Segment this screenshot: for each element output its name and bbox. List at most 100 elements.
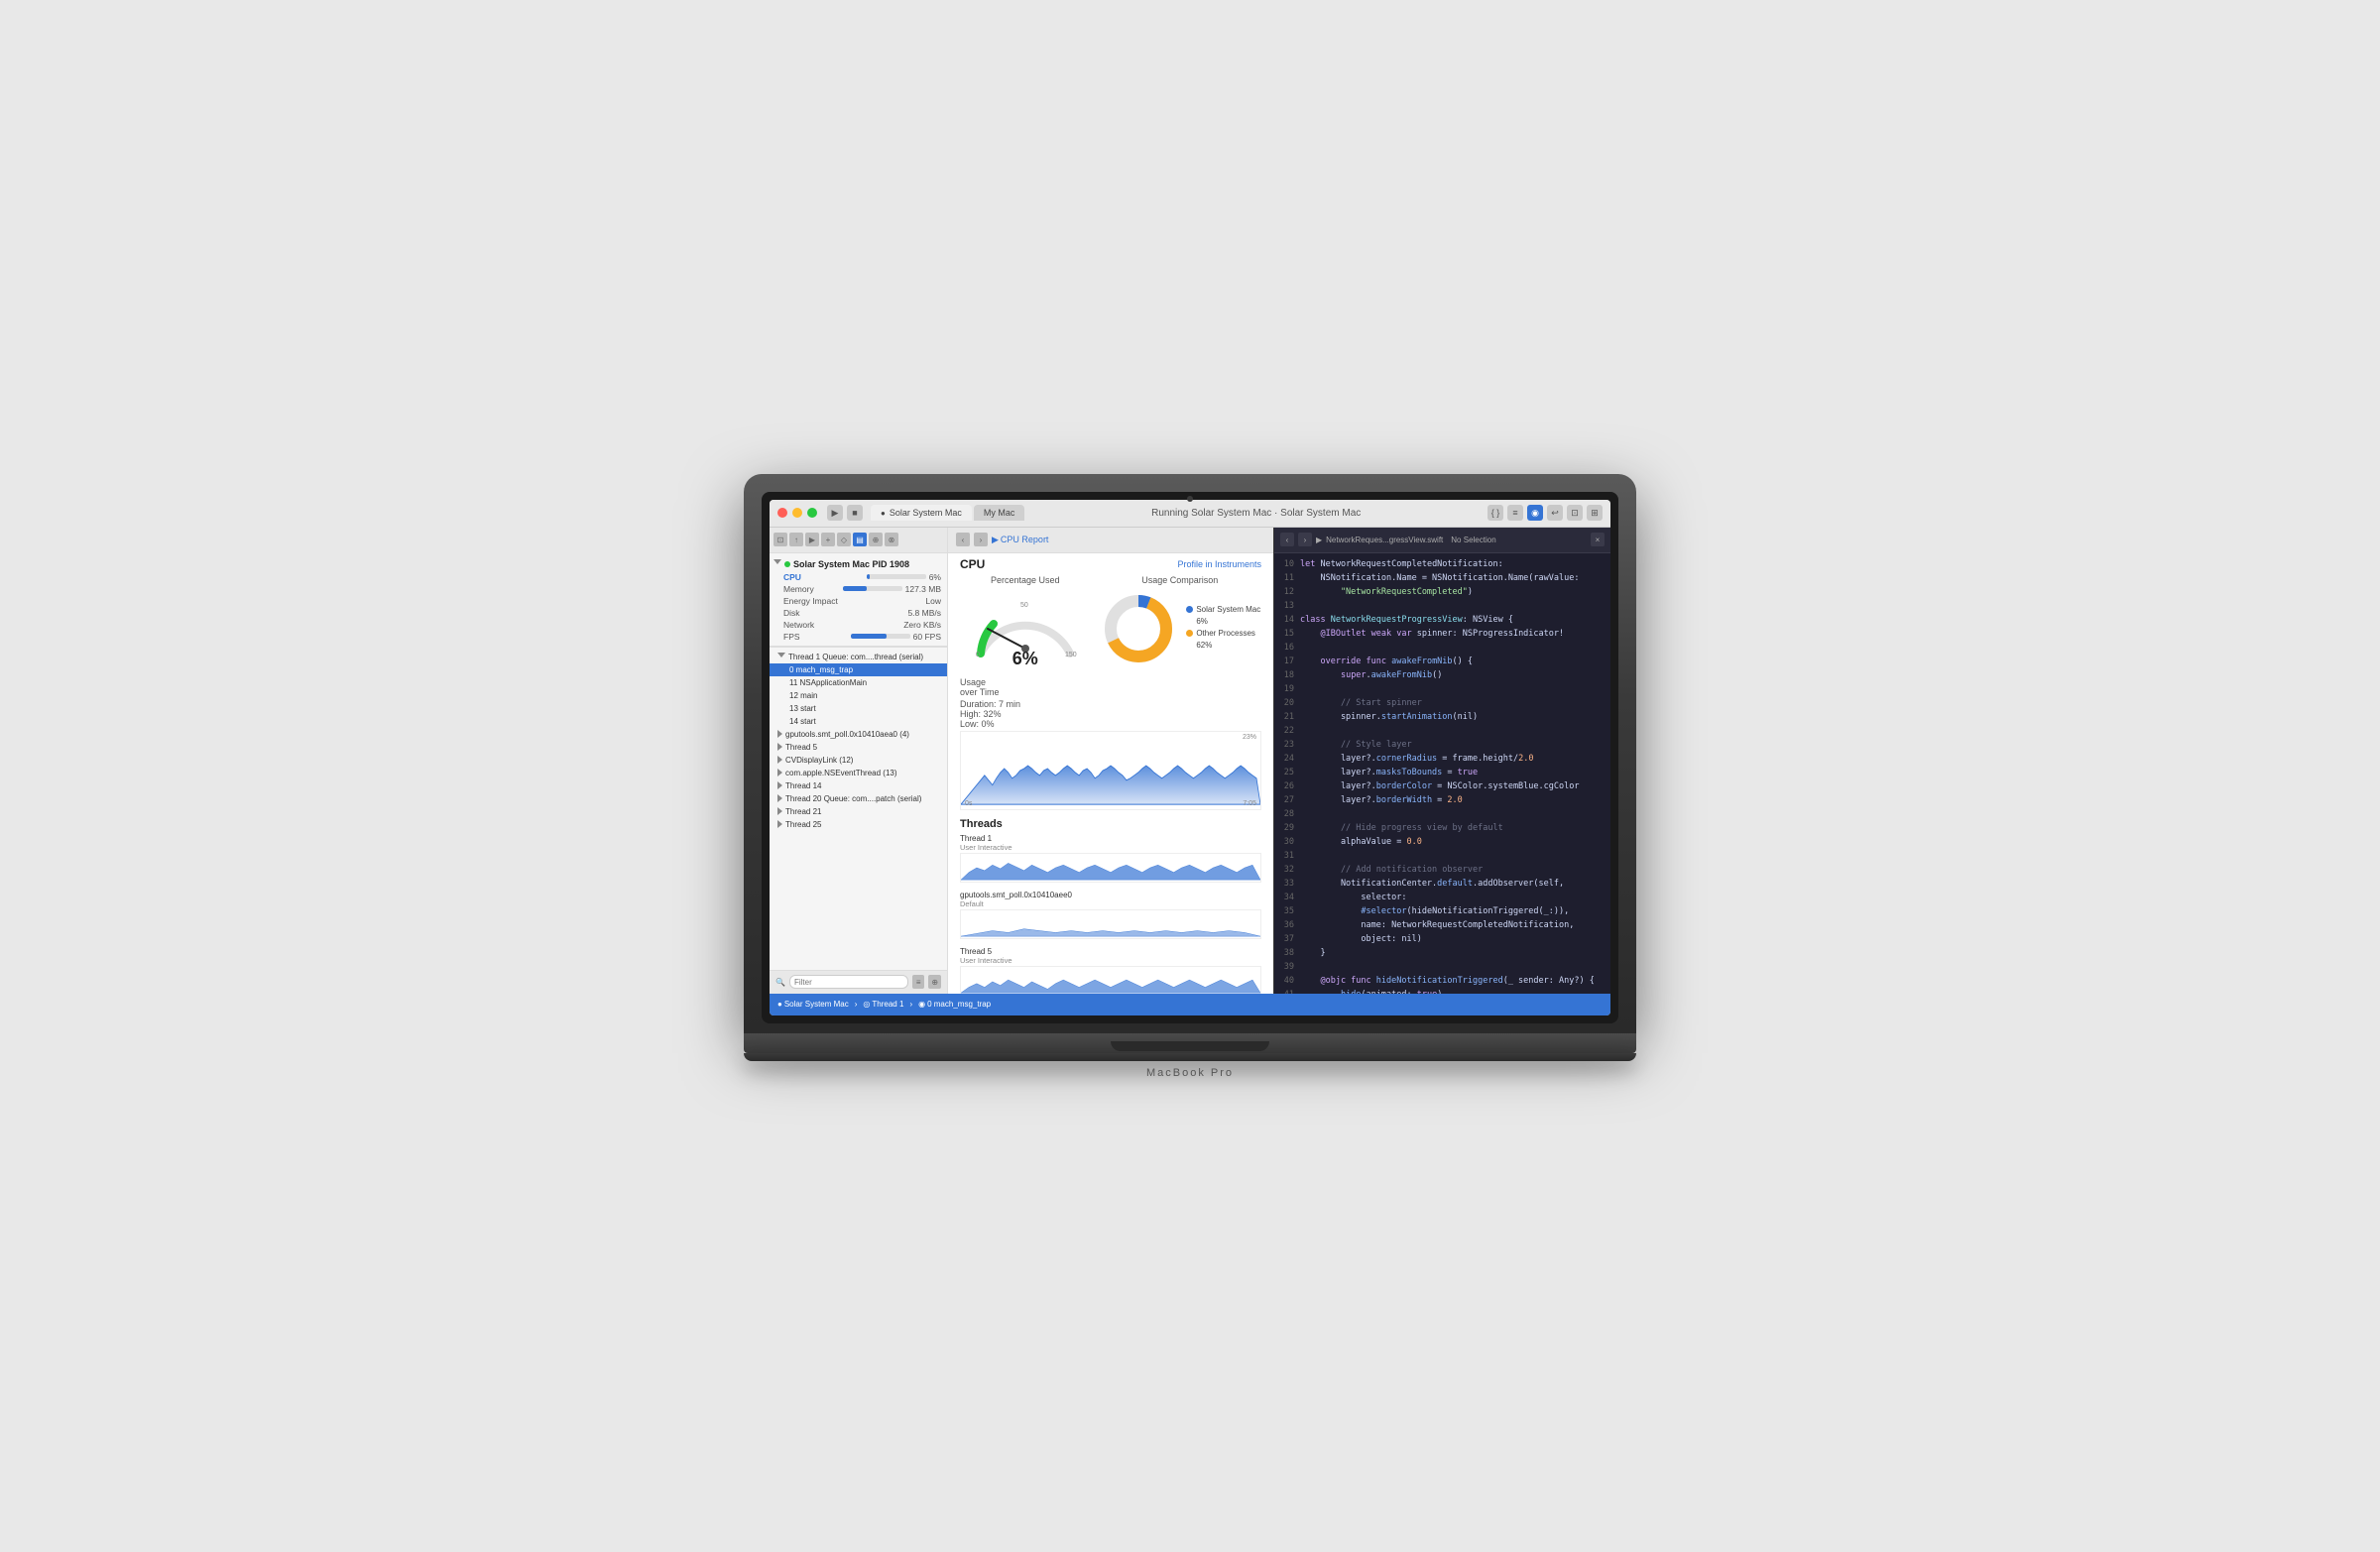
screen: ▶ ■ ● Solar System Mac My Mac Running So… (770, 500, 1610, 1015)
nav-icon-3[interactable]: ▶ (805, 533, 819, 546)
stat-disk: Disk 5.8 MB/s (770, 607, 947, 619)
nav-mach-trap[interactable]: 0 mach_msg_trap (770, 663, 947, 676)
title-bar: ▶ ■ ● Solar System Mac My Mac Running So… (770, 500, 1610, 528)
code-line-38: 38 } (1274, 946, 1610, 960)
center-nav-fwd[interactable]: › (974, 533, 988, 546)
nav-thread25[interactable]: Thread 25 (770, 818, 947, 831)
laptop-foot (744, 1053, 1636, 1061)
legend-other: Other Processes (1186, 629, 1260, 638)
nav-12-main[interactable]: 12 main (770, 689, 947, 702)
close-button[interactable] (777, 508, 787, 518)
laptop-notch (1111, 1041, 1269, 1051)
threads-section: Threads Thread 1 User Interactive (948, 818, 1273, 994)
nav-ns-app[interactable]: 11 NSApplicationMain (770, 676, 947, 689)
usage-over-time-chart: 0s 7:05 23% (960, 731, 1261, 810)
nav-app-header[interactable]: Solar System Mac PID 1908 (770, 557, 947, 571)
fullscreen-button[interactable] (807, 508, 817, 518)
center-content: CPU Profile in Instruments Percentage Us… (948, 553, 1273, 994)
thread-row-5: Thread 5 User Interactive (960, 947, 1261, 994)
code-line-16: 16 (1274, 641, 1610, 655)
bb-thread: ◎ Thread 1 (863, 1000, 903, 1009)
toolbar-btn-4[interactable]: ↩ (1547, 505, 1563, 521)
filter-btn-1[interactable]: ≡ (912, 975, 925, 989)
stat-network: Network Zero KB/s (770, 619, 947, 631)
right-panel: ‹ › ▶ NetworkReques...gressView.swift No… (1273, 528, 1610, 994)
code-line-28: 28 (1274, 807, 1610, 821)
code-line-15: 15 @IBOutlet weak var spinner: NSProgres… (1274, 627, 1610, 641)
thread1-chart (960, 853, 1261, 883)
code-line-17: 17 override func awakeFromNib() { (1274, 655, 1610, 668)
center-toolbar: ‹ › ▶ CPU Report (948, 528, 1273, 553)
left-toolbar: ⊡ ↑ ▶ + ◇ ▤ ⊕ ⊗ (770, 528, 947, 553)
profile-instruments-button[interactable]: Profile in Instruments (1177, 559, 1261, 569)
nav-thread1[interactable]: Thread 1 Queue: com....thread (serial) (770, 651, 947, 663)
minimize-button[interactable] (792, 508, 802, 518)
thread14-expand (777, 781, 782, 789)
nav-thread20[interactable]: Thread 20 Queue: com....patch (serial) (770, 792, 947, 805)
editor-breadcrumb: ▶ (1316, 536, 1322, 544)
code-line-18: 18 super.awakeFromNib() (1274, 668, 1610, 682)
editor-content[interactable]: 10 let NetworkRequestCompletedNotificati… (1274, 553, 1610, 994)
nav-icon-7[interactable]: ⊕ (869, 533, 883, 546)
cvdisplay-expand (777, 756, 782, 764)
camera (1187, 496, 1193, 502)
nav-icon-1[interactable]: ⊡ (774, 533, 787, 546)
laptop-base (744, 1033, 1636, 1053)
nav-thread5[interactable]: Thread 5 (770, 741, 947, 754)
bb-app-name: Solar System Mac (784, 1000, 849, 1009)
editor-close[interactable]: × (1591, 533, 1605, 546)
stop-button[interactable]: ■ (847, 505, 863, 521)
toolbar-btn-3[interactable]: ◉ (1527, 505, 1543, 521)
nav-thread14[interactable]: Thread 14 (770, 779, 947, 792)
stat-memory: Memory 127.3 MB (770, 583, 947, 595)
tabs: ● Solar System Mac My Mac (871, 505, 1024, 521)
legend-solar-pct: 6% (1186, 617, 1260, 626)
nav-gputools[interactable]: gputools.smt_poll.0x10410aea0 (4) (770, 728, 947, 741)
toolbar-btn-2[interactable]: ≡ (1507, 505, 1523, 521)
play-button[interactable]: ▶ (827, 505, 843, 521)
nav-cvdisplay[interactable]: CVDisplayLink (12) (770, 754, 947, 767)
editor-nav-back[interactable]: ‹ (1280, 533, 1294, 546)
bottom-bar: ● Solar System Mac › ◎ Thread 1 › ◉ 0 ma… (770, 994, 1610, 1015)
threads-title: Threads (960, 818, 1261, 830)
tab-mymac[interactable]: My Mac (974, 505, 1025, 521)
editor-no-selection: No Selection (1451, 536, 1495, 544)
code-line-10: 10 let NetworkRequestCompletedNotificati… (1274, 557, 1610, 571)
chart-high-label: 23% (1243, 734, 1256, 741)
nav-icon-2[interactable]: ↑ (789, 533, 803, 546)
nav-icon-5[interactable]: ◇ (837, 533, 851, 546)
divider (770, 646, 947, 648)
toolbar-btn-1[interactable]: { } (1488, 505, 1503, 521)
center-panel: ‹ › ▶ CPU Report CPU Profile in Instrume… (948, 528, 1273, 994)
stat-fps: FPS 60 FPS (770, 631, 947, 643)
nav-13-start[interactable]: 13 start (770, 702, 947, 715)
breadcrumb: ▶ CPU Report (992, 535, 1048, 545)
filter-input[interactable] (789, 975, 908, 989)
code-line-37: 37 object: nil) (1274, 932, 1610, 946)
nav-icon-8[interactable]: ⊗ (885, 533, 898, 546)
nav-icon-6[interactable]: ▤ (853, 533, 867, 546)
nav-thread21[interactable]: Thread 21 (770, 805, 947, 818)
nav-icon-4[interactable]: + (821, 533, 835, 546)
filter-btn-2[interactable]: ⊕ (928, 975, 941, 989)
screen-bezel: ▶ ■ ● Solar System Mac My Mac Running So… (762, 492, 1618, 1023)
donut-legend: Solar System Mac 6% (1186, 605, 1260, 653)
toolbar-btn-5[interactable]: ⊡ (1567, 505, 1583, 521)
svg-text:0: 0 (976, 652, 980, 658)
tab-solar[interactable]: ● Solar System Mac (871, 505, 972, 521)
code-line-27: 27 layer?.borderWidth = 2.0 (1274, 793, 1610, 807)
svg-text:150: 150 (1065, 652, 1077, 658)
expand-icon (774, 559, 781, 568)
chart-end-label: 7:05 (1243, 800, 1256, 807)
nav-nsevent[interactable]: com.apple.NSEventThread (13) (770, 767, 947, 779)
toolbar-btn-6[interactable]: ⊞ (1587, 505, 1603, 521)
code-line-30: 30 alphaValue = 0.0 (1274, 835, 1610, 849)
code-line-21: 21 spinner.startAnimation(nil) (1274, 710, 1610, 724)
thread-icon: ◎ (863, 1000, 870, 1009)
thread5-expand (777, 743, 782, 751)
legend-solar: Solar System Mac (1186, 605, 1260, 614)
svg-text:50: 50 (1020, 602, 1028, 609)
nav-14-start[interactable]: 14 start (770, 715, 947, 728)
center-nav-back[interactable]: ‹ (956, 533, 970, 546)
editor-nav-fwd[interactable]: › (1298, 533, 1312, 546)
